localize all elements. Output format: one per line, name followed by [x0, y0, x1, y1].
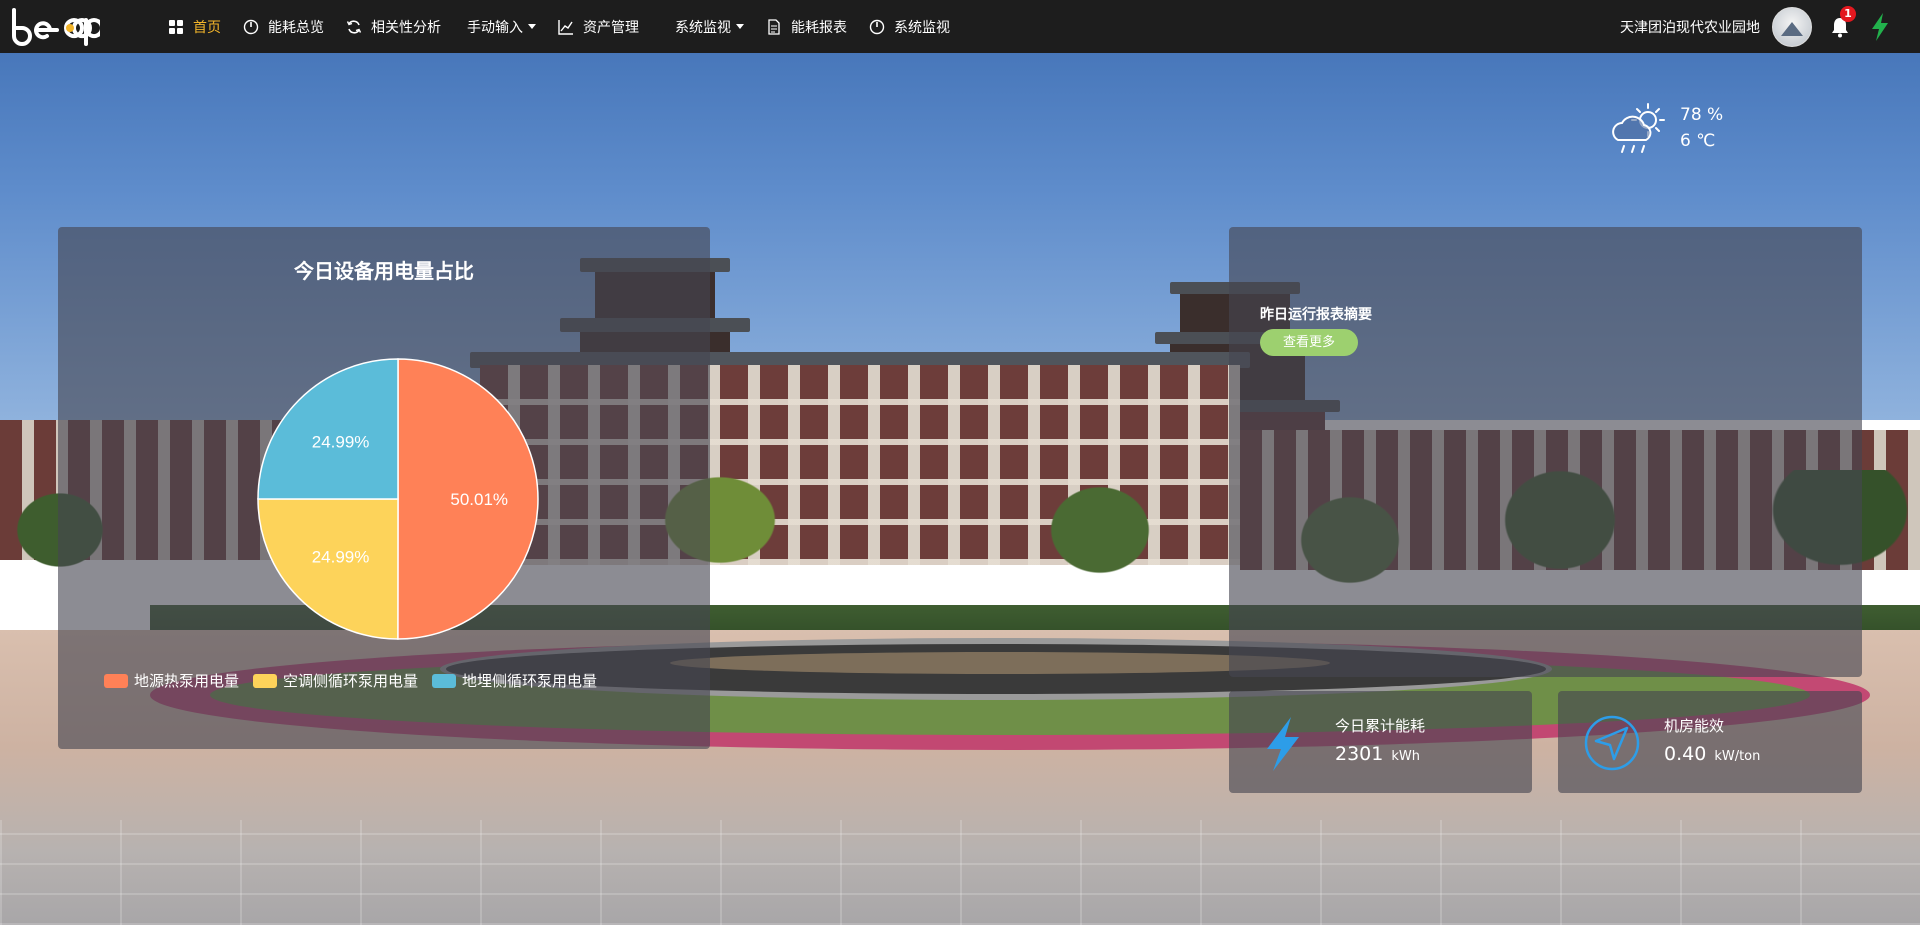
site-name[interactable]: 天津团泊现代农业园地	[1620, 17, 1760, 37]
nav-system-monitor-menu-label: 系统监视	[675, 19, 731, 36]
nav-energy-report-label: 能耗报表	[791, 19, 847, 36]
pie-slice-label-3: 24.99%	[312, 433, 370, 452]
notification-badge: 1	[1840, 5, 1856, 22]
temperature-value: 6 ℃	[1680, 131, 1716, 151]
navigation-arrow-icon	[1584, 715, 1640, 771]
chevron-down-icon	[528, 24, 536, 29]
today-energy-unit: kWh	[1391, 749, 1420, 764]
nav-asset-management[interactable]: 资产管理	[558, 17, 639, 37]
legend-item-2[interactable]: 空调侧循环泵用电量	[253, 670, 418, 691]
legend-label: 空调侧循环泵用电量	[283, 672, 419, 690]
pie-slice-2[interactable]	[257, 498, 399, 640]
nav-system-monitor-menu[interactable]: 系统监视	[675, 17, 744, 37]
today-energy-value: 2301	[1335, 743, 1384, 765]
room-efficiency-value: 0.40	[1664, 743, 1707, 765]
grid-icon	[169, 19, 183, 34]
avatar[interactable]	[1772, 6, 1812, 47]
legend-label: 地源热泵用电量	[134, 672, 240, 690]
document-icon	[768, 18, 780, 35]
nav-manual-input[interactable]: 手动输入	[467, 17, 536, 37]
top-navbar: 首页 能耗总览 相关性分析 手动输入 资产管理 系统监视 能耗报表 系统监视 天…	[0, 0, 1920, 53]
report-title: 昨日运行报表摘要	[1260, 307, 1372, 323]
nav-home[interactable]: 首页	[168, 17, 221, 37]
lightning-icon	[1267, 717, 1299, 771]
nav-correlation-label: 相关性分析	[371, 19, 441, 36]
pie-slice-3[interactable]	[257, 358, 399, 500]
nav-system-monitor[interactable]: 系统监视	[869, 17, 950, 37]
room-efficiency-card: 机房能效 0.40 kW/ton	[1558, 691, 1862, 793]
beep-logo[interactable]	[10, 6, 100, 46]
pie-slice-label-1: 50.01%	[450, 490, 508, 509]
weather-widget: 78 % 6 ℃	[1608, 100, 1723, 156]
legend-label: 地埋侧循环泵用电量	[462, 672, 598, 690]
chevron-down-icon	[736, 24, 744, 29]
device-power-share-panel: 今日设备用电量占比 50.01% 24.99% 24.99% 地源热泵用电量 空调侧循…	[58, 227, 710, 749]
room-efficiency-value-row: 0.40 kW/ton	[1664, 743, 1760, 765]
dial-icon	[243, 19, 259, 34]
report-summary-panel: 昨日运行报表摘要 查看更多	[1229, 227, 1862, 677]
main-nav: 首页 能耗总览 相关性分析 手动输入 资产管理 系统监视 能耗报表 系统监视	[168, 0, 972, 53]
room-efficiency-unit: kW/ton	[1714, 749, 1761, 764]
nav-system-monitor-label: 系统监视	[894, 19, 950, 36]
nav-asset-management-label: 资产管理	[583, 19, 639, 36]
nav-energy-report[interactable]: 能耗报表	[766, 17, 847, 37]
legend-swatch	[432, 673, 457, 688]
legend-item-3[interactable]: 地埋侧循环泵用电量	[432, 670, 597, 691]
header-right: 天津团泊现代农业园地 1	[1620, 0, 1920, 53]
dial-icon	[869, 19, 885, 34]
notifications-button[interactable]: 1	[1828, 5, 1856, 39]
pie-chart: 50.01% 24.99% 24.99%	[253, 354, 543, 644]
pie-slice-label-2: 24.99%	[312, 547, 370, 566]
legend-swatch	[253, 673, 278, 688]
weather-values: 78 % 6 ℃	[1680, 102, 1723, 154]
today-energy-value-row: 2301 kWh	[1335, 743, 1420, 765]
pie-legend: 地源热泵用电量 空调侧循环泵用电量 地埋侧循环泵用电量	[104, 670, 611, 691]
legend-swatch	[104, 673, 128, 688]
nav-energy-overview-label: 能耗总览	[268, 19, 324, 36]
pie-chart-svg: 50.01% 24.99% 24.99%	[257, 358, 539, 640]
view-more-button[interactable]: 查看更多	[1260, 329, 1358, 356]
nav-energy-overview[interactable]: 能耗总览	[243, 17, 324, 37]
refresh-icon	[346, 19, 362, 34]
humidity-value: 78 %	[1680, 105, 1724, 125]
today-energy-label: 今日累计能耗	[1335, 717, 1426, 735]
power-bolt-icon[interactable]	[1870, 12, 1890, 41]
line-chart-icon	[558, 19, 573, 35]
nav-manual-input-label: 手动输入	[467, 19, 523, 36]
cloudy-sun-rain-icon	[1612, 103, 1665, 153]
legend-item-1[interactable]: 地源热泵用电量	[104, 670, 239, 691]
nav-correlation[interactable]: 相关性分析	[346, 17, 441, 37]
paving-tiles	[0, 820, 1920, 925]
panel-title: 今日设备用电量占比	[294, 259, 474, 283]
room-efficiency-label: 机房能效	[1664, 717, 1725, 735]
today-energy-card: 今日累计能耗 2301 kWh	[1229, 691, 1532, 793]
nav-home-label: 首页	[193, 19, 221, 36]
